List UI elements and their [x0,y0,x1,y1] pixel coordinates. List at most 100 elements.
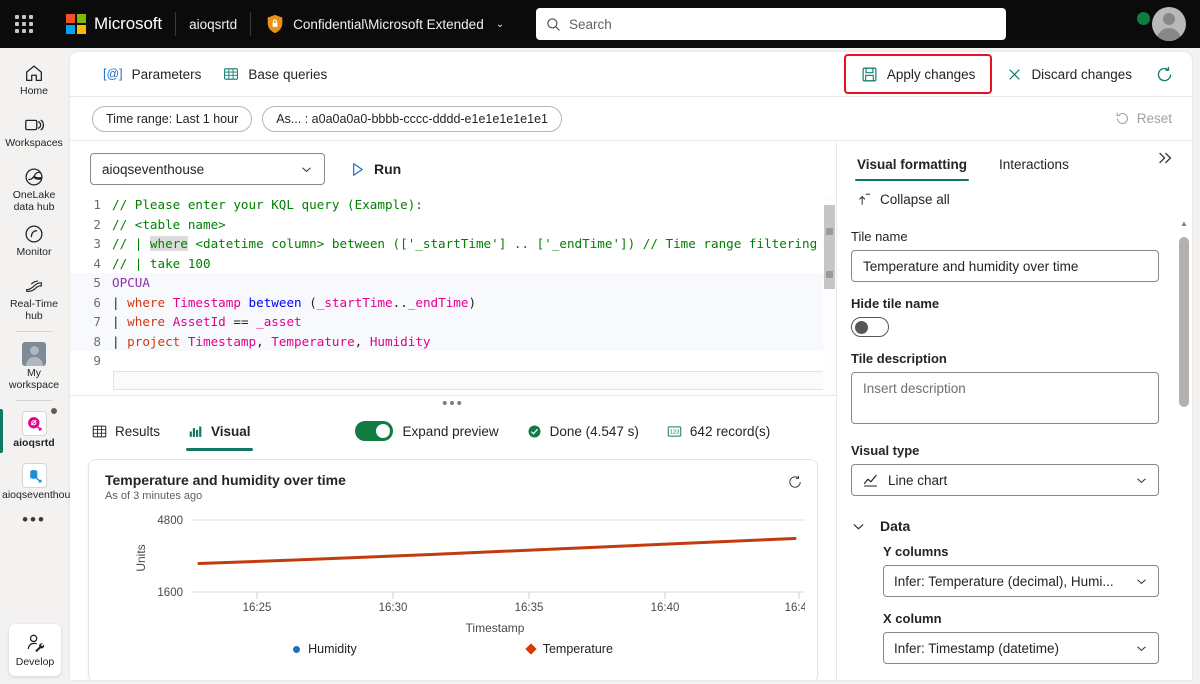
parameters-button[interactable]: [@] Parameters [92,58,212,90]
app-launcher-button[interactable] [0,0,48,48]
data-section-header[interactable]: Data [851,518,1170,534]
legend-marker-circle-icon [293,645,301,653]
line-number: 8 [93,333,101,349]
sidebar-item-label: Home [19,85,48,97]
panel-tabs: Visual formatting Interactions [837,141,1192,181]
panel-scroll-thumb[interactable] [1179,237,1189,407]
expand-preview-toggle[interactable] [354,421,393,441]
sidebar-item-aioqseventhouse[interactable]: aioqseventhouse [0,457,81,509]
sidebar-item-workspaces[interactable]: Workspaces [0,108,68,160]
chart-svg: 4800 1600 Units 16:25 16:30 16:35 16:40 … [134,515,813,635]
sidebar-item-my-workspace[interactable]: My workspace [0,336,68,395]
account-zone [1135,7,1186,41]
divider [175,12,177,36]
panel-scrollbar[interactable]: ▲ ▼ [1179,219,1189,680]
expand-preview-label: Expand preview [402,423,499,439]
editor-scrollbar[interactable] [823,195,836,395]
code-line-row: 9 [70,351,836,371]
visual-type-select[interactable]: Line chart [851,464,1159,496]
main-split: aioqseventhouse Run 1 // Please enter yo… [70,141,1192,680]
sidebar-more-button[interactable]: ••• [0,509,68,543]
tile-refresh-button[interactable] [787,474,803,495]
x-axis-title: Timestamp [466,621,525,635]
query-pane: aioqseventhouse Run 1 // Please enter yo… [70,141,837,680]
data-section-title: Data [880,518,911,534]
x-tick: 16:35 [515,602,544,614]
line-number: 9 [93,353,101,368]
refresh-button[interactable] [1147,58,1182,90]
asset-chip[interactable]: As... : a0a0a0a0-bbbb-cccc-dddd-e1e1e1e1… [262,105,562,132]
discard-changes-button[interactable]: Discard changes [996,58,1143,90]
refresh-icon [789,475,801,488]
sidebar-item-home[interactable]: Home [0,56,68,108]
discard-changes-label: Discard changes [1031,66,1132,82]
microsoft-logo[interactable]: Microsoft [66,14,162,34]
formatting-panel: Visual formatting Interactions Collapse … [837,141,1192,680]
code-line: // | take 100 [112,255,211,271]
x-tick: 16:45 [785,602,805,614]
tab-results[interactable]: Results [90,412,162,451]
time-range-chip[interactable]: Time range: Last 1 hour [92,105,253,132]
line-number: 5 [93,275,101,290]
avatar[interactable] [1152,7,1186,41]
chevron-down-icon: ⌄ [495,18,505,30]
parameters-label: Parameters [131,66,202,82]
run-label: Run [374,161,402,177]
code-line-row: 8 | project Timestamp, Temperature, Humi… [70,331,836,351]
legend-item-temperature[interactable]: Temperature [525,642,613,656]
pane-splitter[interactable]: ••• [70,395,836,411]
legend-item-humidity[interactable]: Humidity [293,642,357,656]
hide-tile-name-label: Hide tile name [851,296,940,311]
x-tick: 16:25 [243,602,272,614]
sidebar-item-label: Workspaces [5,137,63,149]
database-value: aioqseventhouse [102,161,205,177]
tab-visual-formatting[interactable]: Visual formatting [855,151,970,181]
run-query-button[interactable]: Run [343,157,407,182]
hide-tile-name-toggle[interactable] [851,317,889,337]
play-icon [353,162,363,176]
tile-description-label: Tile description [851,351,947,366]
left-navigation-rail: Home Workspaces OneLake data hub Monitor… [0,48,81,684]
tab-interactions[interactable]: Interactions [997,151,1071,181]
sidebar-item-monitor[interactable]: Monitor [0,217,68,269]
collapse-all-button[interactable]: Collapse all [837,181,1192,211]
query-status: Done (4.547 s) [527,424,639,439]
scroll-up-arrow-icon[interactable]: ▲ [1179,219,1189,228]
y-columns-label: Y columns [883,544,949,559]
base-queries-button[interactable]: Base queries [212,58,338,90]
y-tick-1600: 1600 [157,587,183,599]
code-line-row: 4 // | take 100 [70,254,836,274]
reset-button[interactable]: Reset [1115,111,1172,126]
collapse-panel-button[interactable] [1156,149,1174,172]
x-column-value: Infer: Timestamp (datetime) [894,640,1060,656]
x-tick: 16:30 [379,602,408,614]
global-search-input[interactable]: Search [536,8,1006,40]
tenant-name[interactable]: aioqsrtd [189,17,237,32]
develop-icon [27,634,45,653]
chevron-down-icon [1137,645,1146,651]
sidebar-item-real-time-hub[interactable]: Real-Time hub [0,269,68,326]
sensitivity-label-button[interactable]: Confidential\Microsoft Extended ⌄ [264,13,504,35]
code-line: // Please enter your KQL query (Example)… [112,197,423,212]
x-column-label: X column [883,611,942,626]
database-selector[interactable]: aioqseventhouse [90,153,325,185]
tile-name-input[interactable] [851,250,1159,282]
kql-editor[interactable]: 1 // Please enter your KQL query (Exampl… [70,195,836,395]
reset-icon [1116,112,1128,124]
double-chevron-right-icon [1159,152,1172,164]
sidebar-item-label: Real-Time hub [9,298,59,322]
sidebar-item-aioqsrtd[interactable]: aioqsrtd [0,405,68,457]
tab-visual[interactable]: Visual [186,412,253,451]
chevron-down-icon [1137,477,1146,483]
sidebar-item-onelake-data-hub[interactable]: OneLake data hub [0,160,68,217]
tile-description-input[interactable] [851,372,1159,424]
code-line: | where Timestamp between (_startTime.._… [112,294,477,310]
code-line-row: 1 // Please enter your KQL query (Exampl… [70,195,836,215]
legend-label: Humidity [308,642,357,656]
chevron-down-icon [302,166,311,172]
develop-button[interactable]: Develop [9,624,61,676]
x-column-select[interactable]: Infer: Timestamp (datetime) [883,632,1159,664]
apply-changes-button[interactable]: Apply changes [850,58,987,90]
y-columns-select[interactable]: Infer: Temperature (decimal), Humi... [883,565,1159,597]
line-number: 4 [93,255,101,271]
